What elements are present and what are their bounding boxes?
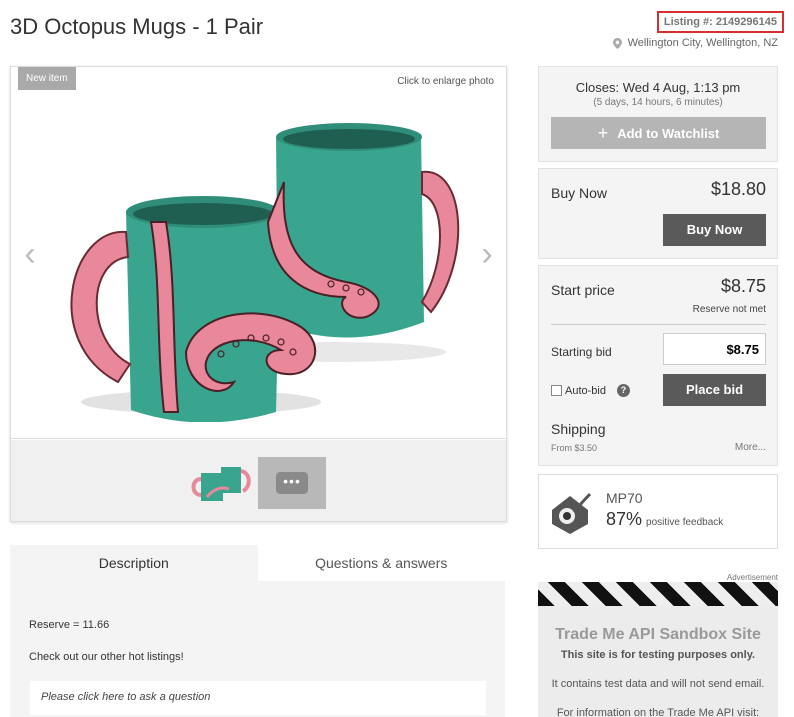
new-item-badge: New item: [18, 67, 76, 90]
enlarge-photo-hint[interactable]: Click to enlarge photo: [397, 76, 494, 87]
chevron-right-icon[interactable]: ›: [477, 237, 497, 271]
listing-title: 3D Octopus Mugs - 1 Pair: [10, 14, 264, 39]
seller-feedback: 87% positive feedback: [606, 509, 723, 530]
advertisement-banner[interactable]: Trade Me API Sandbox Site This site is f…: [538, 582, 778, 717]
ask-question-link[interactable]: Please click here to ask a question: [30, 681, 486, 715]
closing-time: Closes: Wed 4 Aug, 1:13 pm: [575, 80, 741, 95]
autobid-option[interactable]: Auto-bid ?: [551, 384, 630, 397]
ad-line: For information on the Trade Me API visi…: [556, 707, 760, 717]
listing-number: Listing #: 2149296145: [656, 11, 784, 33]
thumbnail-photo[interactable]: [187, 457, 255, 509]
feedback-percent: 87%: [606, 509, 643, 529]
starting-bid-label: Starting bid: [551, 345, 612, 359]
autobid-label: Auto-bid: [565, 384, 606, 397]
thumbnail-strip: •••: [11, 440, 506, 521]
buy-now-button[interactable]: Buy Now: [663, 214, 766, 246]
buy-now-price: $18.80: [710, 179, 766, 199]
feedback-text: positive feedback: [646, 517, 724, 528]
place-bid-button[interactable]: Place bid: [663, 374, 766, 406]
add-to-watchlist-button[interactable]: + Add to Watchlist: [551, 117, 766, 149]
tab-questions-answers[interactable]: Questions & answers: [257, 545, 505, 581]
details-tabs: Description Questions & answers: [10, 545, 505, 581]
tab-description[interactable]: Description: [10, 545, 258, 581]
seller-name[interactable]: MP70: [606, 490, 643, 506]
location-pin-icon: [612, 37, 622, 49]
more-photos-thumbnail[interactable]: •••: [258, 457, 326, 509]
octopus-mugs-image: [70, 123, 460, 422]
bidding-panel: Start price $8.75 Reserve not met Starti…: [538, 265, 778, 466]
description-line: Check out our other hot listings!: [29, 651, 184, 663]
description-panel: Reserve = 11.66 Check out our other hot …: [10, 581, 505, 717]
plus-icon: +: [597, 122, 609, 143]
ad-title: Trade Me API Sandbox Site: [555, 626, 761, 643]
photo-gallery: New item Click to enlarge photo ‹ › •••: [10, 66, 507, 522]
hazard-stripes: [538, 582, 778, 606]
bid-amount-input[interactable]: $8.75: [663, 333, 766, 365]
ad-line: This site is for testing purposes only.: [560, 649, 756, 661]
ad-line: It contains test data and will not send …: [551, 678, 765, 690]
advertisement-label: Advertisement: [726, 573, 778, 582]
location-text: Wellington City, Wellington, NZ: [627, 37, 778, 49]
autobid-checkbox[interactable]: [551, 385, 562, 396]
buy-now-panel: Buy Now $18.80 Buy Now: [538, 168, 778, 259]
watchlist-label: Add to Watchlist: [617, 125, 720, 141]
kiwi-avatar-icon: [552, 492, 592, 534]
start-price-label: Start price: [551, 282, 615, 298]
reserve-status: Reserve not met: [692, 304, 766, 315]
buy-now-label: Buy Now: [551, 185, 608, 201]
closing-panel: Closes: Wed 4 Aug, 1:13 pm (5 days, 14 h…: [538, 66, 778, 162]
shipping-label: Shipping: [551, 421, 606, 437]
start-price-value: $8.75: [720, 276, 766, 296]
listing-location: Wellington City, Wellington, NZ: [612, 37, 778, 49]
chevron-left-icon[interactable]: ‹: [20, 237, 40, 271]
description-line: Reserve = 11.66: [29, 619, 110, 631]
shipping-from: From $3.50: [551, 443, 598, 453]
seller-panel[interactable]: MP70 87% positive feedback: [538, 474, 778, 549]
divider: [551, 324, 766, 325]
help-icon[interactable]: ?: [616, 384, 630, 397]
shipping-more-link[interactable]: More...: [735, 442, 766, 453]
more-dots-icon: •••: [276, 472, 308, 494]
time-remaining: (5 days, 14 hours, 6 minutes): [593, 97, 723, 108]
main-photo[interactable]: New item Click to enlarge photo ‹ ›: [11, 67, 506, 439]
